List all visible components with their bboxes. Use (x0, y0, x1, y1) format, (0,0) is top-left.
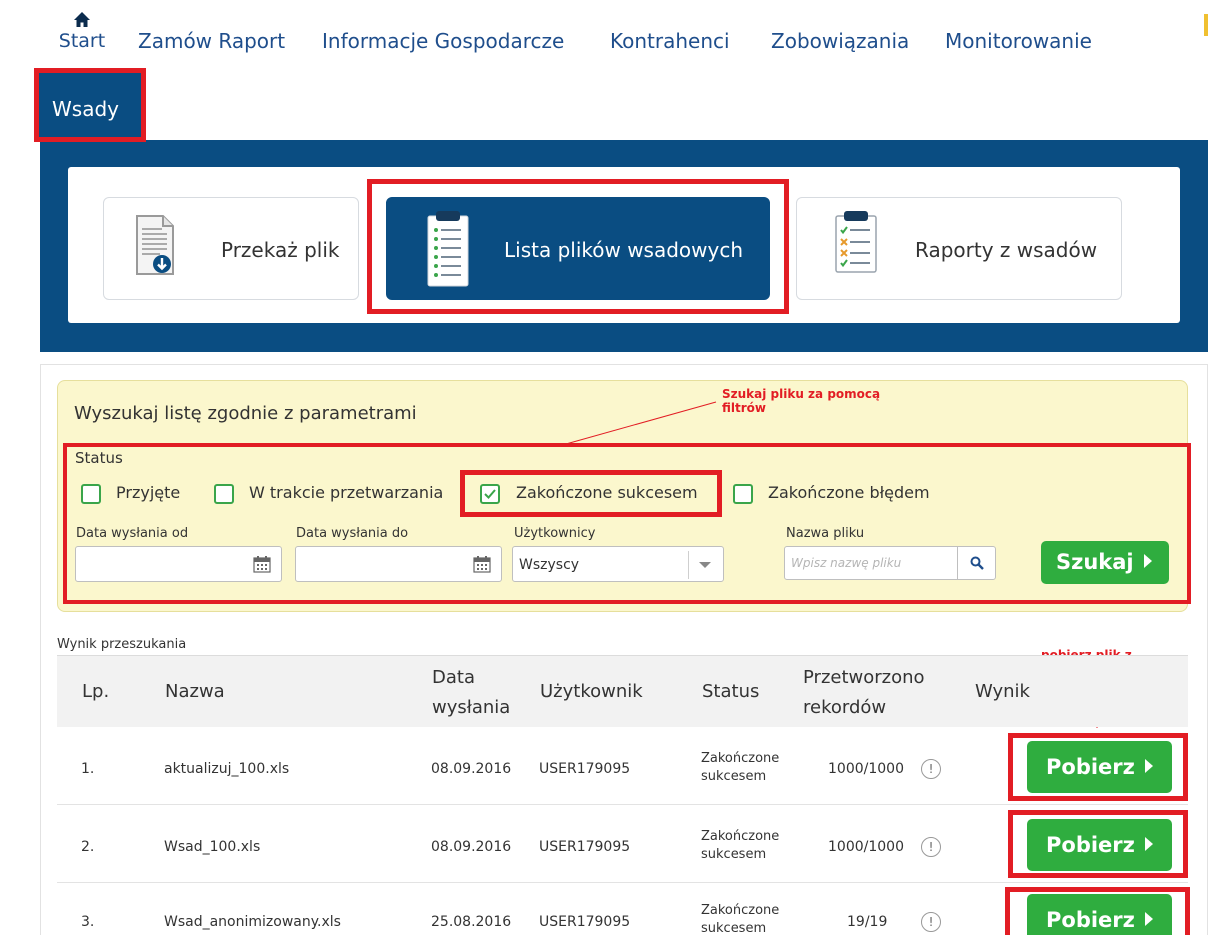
users-select[interactable]: Wszyscy (512, 546, 724, 582)
nav-kontrahenci[interactable]: Kontrahenci (610, 29, 730, 53)
nav-informacje-gospodarcze[interactable]: Informacje Gospodarcze (322, 29, 564, 53)
info-icon[interactable]: ! (921, 912, 941, 932)
nav-zamow-raport[interactable]: Zamów Raport (138, 29, 285, 53)
nav-wsady-label: Wsady (52, 97, 119, 121)
cell-lp: 3. (81, 914, 95, 930)
nav-start-label: Start (58, 30, 106, 52)
th-lp: Lp. (82, 681, 110, 702)
cell-name: Wsad_100.xls (164, 839, 261, 855)
cell-user: USER179095 (539, 839, 631, 855)
cell-status-line2: sukcesem (701, 769, 767, 784)
cell-status-line1: Zakończone (701, 903, 780, 918)
nav-monitorowanie[interactable]: Monitorowanie (945, 29, 1092, 53)
info-icon[interactable]: ! (921, 837, 941, 857)
th-status: Status (702, 681, 760, 702)
nav-start[interactable]: Start (52, 10, 112, 52)
nav-zobowiazania[interactable]: Zobowiązania (771, 29, 909, 53)
filter-annotation: Szukaj pliku za pomocą filtrów (722, 387, 881, 415)
tile-raporty-label: Raporty z wsadów (915, 238, 1098, 262)
cell-date: 25.08.2016 (431, 914, 512, 930)
file-upload-icon (136, 215, 174, 275)
tile-highlight-annotation (367, 179, 789, 314)
search-button-label: Szukaj (1056, 550, 1134, 574)
cell-status-line2: sukcesem (701, 847, 767, 862)
date-to-label: Data wysłania do (296, 526, 409, 541)
th-nazwa: Nazwa (165, 681, 225, 702)
users-label: Użytkownicy (514, 526, 596, 541)
filename-label: Nazwa pliku (786, 526, 865, 541)
cell-user: USER179095 (539, 914, 631, 930)
results-label: Wynik przeszukania (57, 637, 187, 652)
cell-processed: 19/19 (847, 914, 888, 930)
tile-raporty-z-wsadow[interactable]: Raporty z wsadów (796, 197, 1122, 300)
checkbox-blad-label[interactable]: Zakończone błędem (768, 483, 930, 502)
cell-status-line2: sukcesem (701, 921, 767, 935)
th-data-line2: wysłania (432, 697, 511, 718)
info-icon[interactable]: ! (921, 759, 941, 779)
filename-search-button[interactable] (957, 547, 995, 579)
caret-right-icon (1143, 554, 1152, 568)
checkbox-blad[interactable] (733, 484, 753, 504)
checkbox-przyjete-label[interactable]: Przyjęte (116, 483, 180, 502)
annotation-line (565, 401, 717, 445)
download-highlight-annotation (1008, 733, 1188, 801)
cell-status-line1: Zakończone (701, 829, 780, 844)
search-button[interactable]: Szukaj (1041, 541, 1169, 584)
cell-processed: 1000/1000 (828, 839, 904, 855)
home-icon (74, 12, 90, 27)
search-icon (970, 556, 984, 570)
filename-field[interactable] (784, 546, 996, 580)
calendar-icon[interactable] (253, 555, 271, 573)
th-przetworzono-line2: rekordów (803, 697, 887, 718)
checkbox-w-trakcie[interactable] (214, 484, 234, 504)
date-to-input[interactable] (295, 546, 502, 582)
cell-date: 08.09.2016 (431, 761, 512, 777)
th-uzytkownik: Użytkownik (540, 681, 643, 702)
tile-przekaz-plik[interactable]: Przekaż plik (103, 197, 359, 300)
nav-wsady[interactable]: Wsady (34, 68, 146, 142)
chevron-down-icon[interactable] (699, 562, 711, 568)
filter-title: Wyszukaj listę zgodnie z parametrami (74, 403, 417, 424)
checkbox-przyjete[interactable] (81, 484, 101, 504)
download-highlight-annotation (1005, 887, 1190, 935)
cell-status-line1: Zakończone (701, 751, 780, 766)
cell-lp: 2. (81, 839, 95, 855)
cell-user: USER179095 (539, 761, 631, 777)
filename-input[interactable] (785, 547, 957, 579)
th-wynik: Wynik (975, 681, 1030, 702)
accent-mark (1204, 14, 1208, 36)
checkbox-highlight-annotation (460, 470, 722, 517)
date-from-input[interactable] (75, 546, 282, 582)
clipboard-check-icon (835, 211, 877, 273)
checkbox-w-trakcie-label[interactable]: W trakcie przetwarzania (249, 483, 443, 502)
cell-date: 08.09.2016 (431, 839, 512, 855)
download-highlight-annotation (1008, 810, 1188, 878)
results-header-row: Lp. Nazwa Data wysłania Użytkownik Statu… (57, 655, 1188, 727)
cell-processed: 1000/1000 (828, 761, 904, 777)
cell-lp: 1. (81, 761, 95, 777)
status-label: Status (75, 449, 123, 467)
tile-przekaz-plik-label: Przekaż plik (221, 238, 340, 262)
cell-name: aktualizuj_100.xls (164, 761, 290, 777)
users-select-value: Wszyscy (519, 557, 580, 573)
select-separator (688, 551, 689, 579)
cell-name: Wsad_anonimizowany.xls (164, 914, 341, 930)
date-from-label: Data wysłania od (76, 526, 189, 541)
th-data-line1: Data (432, 667, 475, 688)
th-przetworzono-line1: Przetworzono (803, 667, 925, 688)
calendar-icon[interactable] (473, 555, 491, 573)
